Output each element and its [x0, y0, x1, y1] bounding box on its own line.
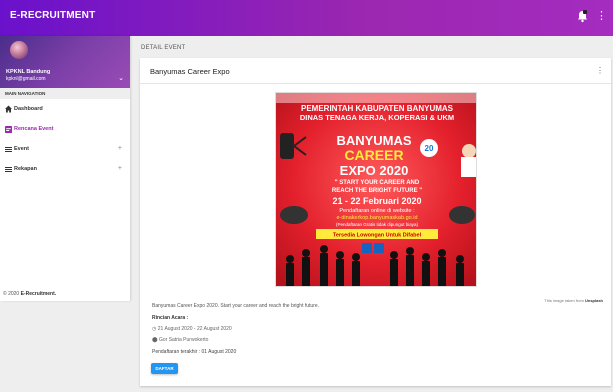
- footer-year: © 2020: [3, 291, 20, 297]
- user-info-panel: KPKNL Bandung kpknl@gmail.com ⌄: [0, 36, 130, 88]
- footer-brand[interactable]: E-Recruitment.: [21, 291, 57, 297]
- event-dates: ◷ 21 August 2020 - 22 August 2020: [152, 326, 232, 332]
- event-date-range: 21 August 2020 - 22 August 2020: [157, 326, 232, 332]
- poster-reg3: (Pendaftaran Gratis tidak dipungut biaya…: [336, 222, 419, 227]
- poster-tagline1: " START YOUR CAREER AND: [335, 180, 420, 186]
- poster-headline1: BANYUMAS: [336, 133, 411, 148]
- poster-reg2: e-dinakerkop.banyumaskab.go.id: [336, 215, 417, 221]
- list-icon: [5, 165, 12, 173]
- image-credit-prefix: This image taken from: [544, 298, 585, 303]
- rincian-label: Rincian Acara :: [152, 315, 189, 321]
- poster-line2: DINAS TENAGA KERJA, KOPERASI & UKM: [300, 113, 454, 122]
- sidebar-item-event[interactable]: Event +: [0, 139, 130, 159]
- event-location: ⬤ Gor Satria Purwokerto: [152, 337, 208, 343]
- event-location-text: Gor Satria Purwokerto: [159, 337, 209, 343]
- app-title[interactable]: E-RECRUITMENT: [10, 10, 95, 21]
- image-credit: This image taken from Unsplash: [544, 298, 603, 303]
- poster-tagline2: REACH THE BRIGHT FUTURE ": [332, 188, 422, 194]
- accessibility-icon: [374, 243, 384, 253]
- wheelchair-icon: [362, 243, 372, 253]
- clock-icon: ◷: [152, 326, 157, 332]
- location-pin-icon: ⬤: [152, 337, 158, 343]
- badge-20: 20: [420, 139, 438, 157]
- event-description: Banyumas Career Expo 2020. Start your ca…: [152, 303, 320, 309]
- nav-header: MAIN NAVIGATION: [0, 88, 130, 99]
- sidebar-item-dashboard[interactable]: Dashboard: [0, 99, 130, 119]
- sidebar: KPKNL Bandung kpknl@gmail.com ⌄ MAIN NAV…: [0, 36, 130, 301]
- breadcrumb: DETAIL EVENT: [141, 45, 186, 51]
- poster-reg1: Pendaftaran online di website :: [339, 208, 415, 214]
- expand-icon[interactable]: +: [118, 145, 122, 152]
- sidebar-item-label: Dashboard: [14, 106, 43, 112]
- sidebar-item-label: Event: [14, 146, 29, 152]
- home-icon: [5, 105, 12, 113]
- poster-headline2: CAREER: [344, 147, 403, 163]
- event-card: Banyumas Career Expo ⋮ PEMERINTAH KABUPA…: [140, 58, 611, 386]
- top-app-bar: E-RECRUITMENT ⋮: [0, 0, 613, 36]
- poster-banner: Tersedia Lowongan Untuk Difabel: [333, 233, 422, 239]
- card-header: Banyumas Career Expo ⋮: [140, 58, 611, 84]
- sidebar-item-label: Rencana Event: [14, 126, 54, 132]
- person-illustration: [461, 144, 476, 177]
- kebab-icon[interactable]: ⋮: [596, 11, 607, 22]
- badge-text: 20: [425, 144, 434, 153]
- poster-dates: 21 - 22 Februari 2020: [332, 196, 421, 206]
- poster-headline3: EXPO 2020: [340, 163, 409, 178]
- event-title: Banyumas Career Expo: [150, 67, 230, 76]
- sidebar-item-rencana-event[interactable]: Rencana Event: [0, 119, 130, 139]
- expand-icon[interactable]: +: [118, 165, 122, 172]
- event-poster-image: PEMERINTAH KABUPATEN BANYUMAS DINAS TENA…: [275, 92, 477, 287]
- user-name: KPKNL Bandung: [6, 69, 51, 75]
- user-email: kpknl@gmail.com: [6, 76, 46, 82]
- sidebar-footer: © 2020 E-Recruitment.: [3, 291, 56, 297]
- kebab-icon[interactable]: ⋮: [596, 66, 604, 75]
- top-icons: ⋮: [577, 10, 607, 23]
- registration-deadline: Pendaftaran terakhir : 01 August 2020: [152, 349, 237, 355]
- calendar-icon: [5, 125, 12, 133]
- sidebar-item-label: Rekapan: [14, 166, 37, 172]
- daftar-button[interactable]: DAFTAR: [151, 363, 178, 374]
- bell-icon[interactable]: [577, 10, 588, 23]
- poster-line1: PEMERINTAH KABUPATEN BANYUMAS: [301, 104, 454, 113]
- list-icon: [5, 145, 12, 153]
- avatar: [10, 41, 28, 59]
- sidebar-item-rekapan[interactable]: Rekapan +: [0, 159, 130, 179]
- chevron-down-icon[interactable]: ⌄: [118, 74, 124, 82]
- image-credit-source[interactable]: Unsplash: [585, 298, 603, 303]
